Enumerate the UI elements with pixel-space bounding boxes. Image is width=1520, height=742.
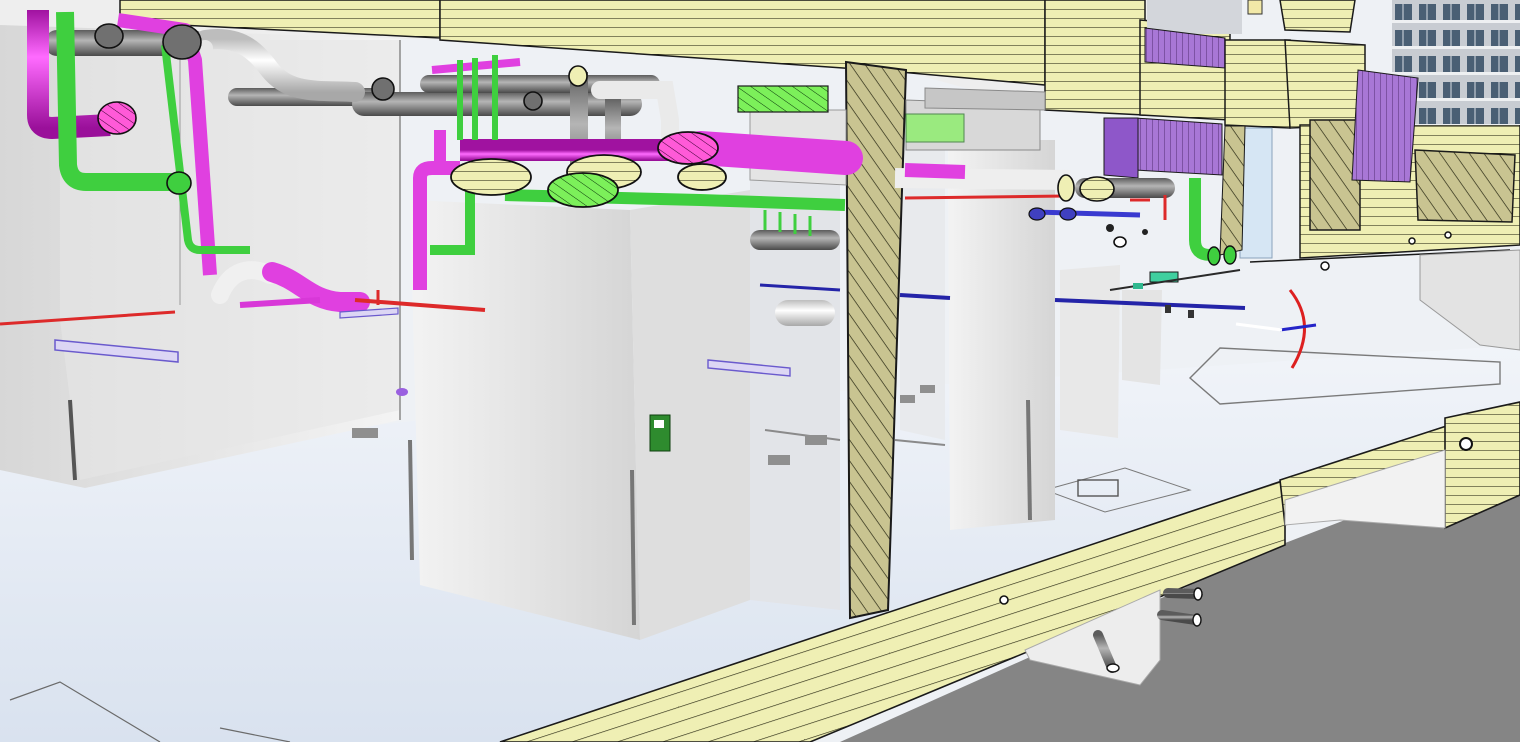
section-column-right[interactable]: [1414, 149, 1516, 223]
device-marker[interactable]: [1133, 283, 1143, 289]
pipe-white-main-2[interactable]: [894, 168, 1071, 190]
bim-scene[interactable]: [0, 0, 1520, 742]
pipe-cut[interactable]: [1057, 174, 1075, 202]
pipe-cut[interactable]: [1079, 176, 1115, 202]
pipe-cut[interactable]: [371, 77, 395, 101]
device-marker[interactable]: [1106, 224, 1114, 232]
pipe-cut[interactable]: [568, 65, 588, 87]
sleeve-cut[interactable]: [1459, 437, 1473, 451]
duct-purple-mid[interactable]: [1134, 117, 1223, 176]
pipe-cut-vent[interactable]: [166, 171, 192, 195]
section-beam-2[interactable]: [1224, 39, 1291, 129]
section-beam-4[interactable]: [1284, 39, 1366, 129]
exterior-window: [1147, 0, 1242, 34]
pipe-cold-4[interactable]: [1034, 209, 1141, 218]
pipe-cut[interactable]: [1320, 261, 1330, 271]
pipe-cut[interactable]: [523, 91, 543, 111]
column-edge: [408, 439, 414, 561]
device-marker[interactable]: [1142, 229, 1148, 235]
column-edge: [630, 469, 636, 626]
column-right-b[interactable]: [1060, 265, 1120, 438]
column-central[interactable]: [410, 200, 640, 640]
duct-grey-top[interactable]: [924, 87, 1046, 111]
sprinkler-head[interactable]: [396, 388, 408, 396]
column-central-side[interactable]: [630, 190, 750, 640]
pipe-cut[interactable]: [1113, 236, 1127, 248]
sleeve-cut[interactable]: [999, 595, 1009, 605]
sump-pipe[interactable]: [1157, 610, 1201, 625]
pipe-cut[interactable]: [94, 23, 124, 49]
column-edge: [1026, 399, 1032, 521]
section-mullion[interactable]: [1219, 125, 1246, 256]
pipe-cut-cold[interactable]: [1028, 207, 1046, 221]
section-beam-3[interactable]: [1279, 0, 1356, 33]
pipe-fire-3[interactable]: [904, 194, 1066, 200]
pipe-cut-large[interactable]: [450, 158, 532, 196]
pipe-support: [900, 395, 915, 403]
model-viewport[interactable]: [0, 0, 1520, 742]
pipe-drain-6[interactable]: [904, 163, 966, 179]
exterior-fragment: [1247, 0, 1263, 15]
pipe-support: [352, 428, 378, 438]
section-slab-top-right[interactable]: [1044, 0, 1146, 116]
panel-label: [654, 420, 664, 428]
duct-purple-right[interactable]: [1351, 69, 1419, 183]
pipe-support: [920, 385, 935, 393]
device-marker[interactable]: [1188, 310, 1194, 318]
pipe-cut[interactable]: [1444, 231, 1452, 239]
pipe-cut-vent-large[interactable]: [547, 172, 619, 208]
duct-green[interactable]: [737, 85, 829, 113]
pipe-cut[interactable]: [677, 163, 727, 191]
pipe-cut[interactable]: [1408, 237, 1416, 245]
pipe-support: [805, 435, 827, 445]
duct-green-2[interactable]: [905, 113, 965, 143]
pipe-cut-vent[interactable]: [1223, 245, 1237, 265]
pipe-cut-cold[interactable]: [1059, 207, 1077, 221]
pipe-cut-drain[interactable]: [97, 101, 137, 135]
pipe-cut[interactable]: [1106, 663, 1120, 673]
pipe-cut[interactable]: [162, 24, 202, 60]
pipe-cut[interactable]: [1192, 613, 1202, 627]
pipe-support: [768, 455, 790, 465]
pipe-drain-large[interactable]: [683, 131, 863, 175]
duct-purple-side[interactable]: [1103, 117, 1139, 179]
pipe-cut-vent[interactable]: [1207, 246, 1221, 266]
device-marker[interactable]: [1165, 305, 1171, 313]
pipe-white-3[interactable]: [775, 300, 835, 326]
pipe-cut-drain-large[interactable]: [657, 131, 719, 165]
pipe-cut[interactable]: [1193, 587, 1203, 601]
